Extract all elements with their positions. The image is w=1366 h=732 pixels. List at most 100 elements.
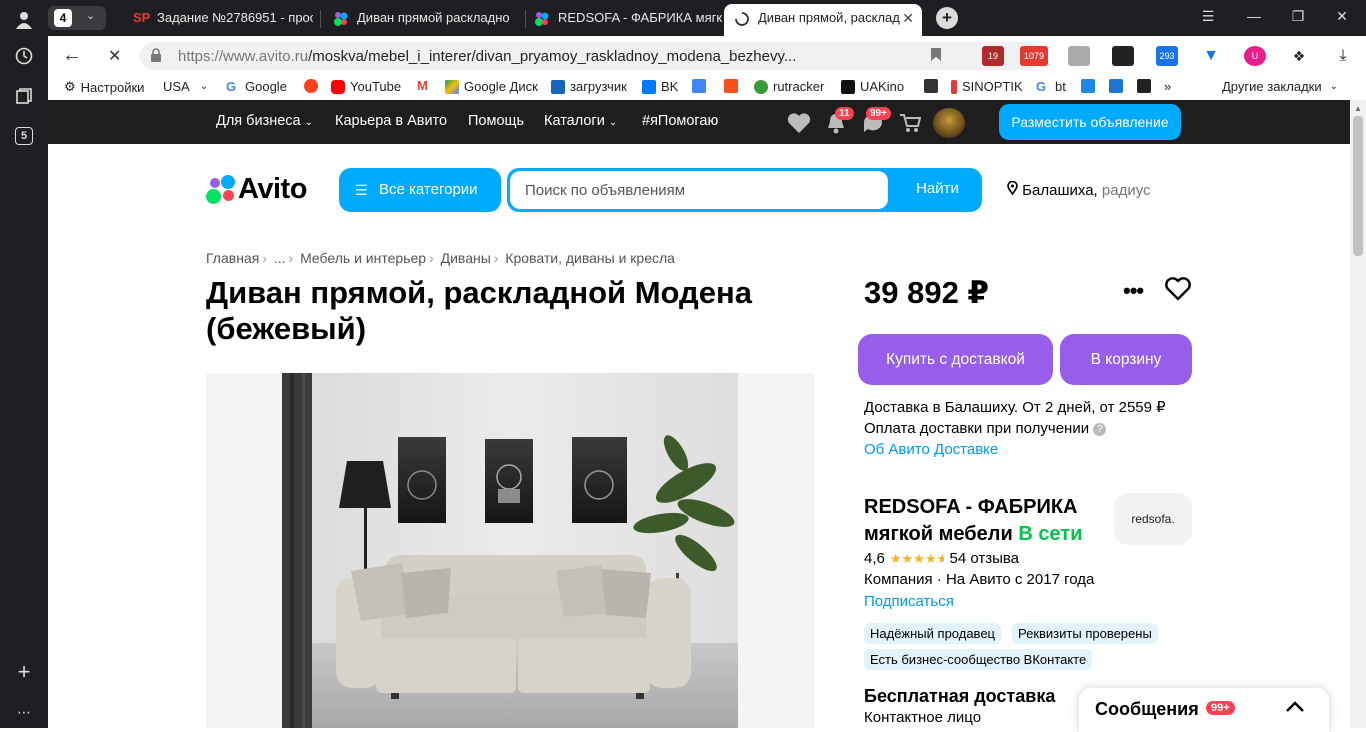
bookmark-youtube[interactable]: YouTube: [331, 79, 401, 94]
download-icon[interactable]: ⤓: [1332, 46, 1354, 66]
bookmark-sinoptik[interactable]: SINOPTIK: [951, 79, 1023, 94]
extension-diamond-icon[interactable]: ▼: [1200, 46, 1222, 66]
bookmark-f[interactable]: [724, 79, 743, 93]
restore-icon[interactable]: ❐: [1288, 8, 1308, 25]
breadcrumb-sofas[interactable]: Диваны: [441, 250, 491, 266]
tab-counter[interactable]: 4 ⌄: [48, 6, 106, 30]
reliable-seller-badge[interactable]: Надёжный продавец: [864, 623, 1001, 644]
tab-task[interactable]: SP Задание №2786951 - прос: [123, 4, 313, 36]
cart-icon[interactable]: [899, 112, 922, 140]
buy-with-delivery-button[interactable]: Купить с доставкой: [858, 334, 1053, 385]
history-icon[interactable]: [12, 44, 36, 68]
bookmarks-bar: ⚙ Настройки USA ⌄ G Google YouTube M Google…: [48, 76, 1366, 100]
all-categories-button[interactable]: ☰ Все категории: [339, 168, 501, 212]
messages-badge: 99+: [866, 107, 891, 120]
bookmark-google[interactable]: G Google: [226, 79, 287, 94]
close-tab-icon[interactable]: ✕: [902, 4, 914, 32]
url-field[interactable]: https://www.avito.ru/moskva/mebel_i_inte…: [140, 42, 1040, 70]
breadcrumb-collapsed[interactable]: ...: [274, 250, 286, 266]
add-to-cart-button[interactable]: В корзину: [1060, 334, 1192, 385]
new-tab-button[interactable]: +: [936, 7, 958, 29]
bookmark-icon[interactable]: [930, 47, 942, 66]
bookmark-label: SINOPTIK: [962, 79, 1023, 94]
p-icon: [1081, 79, 1095, 93]
nav-catalogs[interactable]: Каталоги ⌄: [544, 113, 617, 129]
google-drive-icon: [445, 79, 459, 94]
collections-icon[interactable]: [12, 84, 36, 108]
seller-name[interactable]: REDSOFA - ФАБРИКА мягкой мебели В сети: [864, 494, 1109, 548]
seller-logo[interactable]: redsofa.: [1114, 493, 1192, 545]
extension-counter-icon[interactable]: 1079: [1020, 46, 1048, 66]
more-panel-icon[interactable]: ⋯: [12, 700, 36, 724]
scroll-up-icon[interactable]: ▲: [1354, 104, 1362, 113]
location-selector[interactable]: Балашиха, радиус: [1007, 180, 1151, 199]
nav-business[interactable]: Для бизнеса ⌄: [216, 113, 313, 129]
search-input[interactable]: [510, 171, 888, 209]
bookmark-yandex[interactable]: [304, 79, 323, 93]
favorite-heart-icon[interactable]: [1164, 276, 1192, 307]
bookmarks-overflow[interactable]: »: [1164, 79, 1171, 94]
bookmark-usa[interactable]: USA ⌄: [163, 79, 208, 94]
delivery-payment-info: Оплата доставки при получении ?: [864, 420, 1107, 437]
sp-favicon-icon: SP: [133, 10, 151, 25]
extension-calendar-icon[interactable]: 293: [1156, 46, 1178, 66]
bookmark-rutracker[interactable]: rutracker: [754, 79, 824, 94]
close-window-icon[interactable]: ✕: [1332, 8, 1352, 25]
search-button[interactable]: Найти: [893, 168, 982, 212]
nav-ya-pomogayu[interactable]: #яПомогаю: [642, 113, 718, 129]
breadcrumb-beds-sofas[interactable]: Кровати, диваны и кресла: [505, 250, 675, 266]
messages-panel[interactable]: Сообщения 99+: [1079, 688, 1329, 732]
bookmark-google-drive[interactable]: Google Диск: [445, 79, 538, 94]
details-verified-badge[interactable]: Реквизиты проверены: [1012, 623, 1158, 644]
bookmark-settings[interactable]: ⚙ Настройки: [64, 79, 144, 95]
avito-delivery-link[interactable]: Об Авито Доставке: [864, 441, 998, 458]
tab-divan-active[interactable]: Диван прямой, расклад ✕: [724, 4, 922, 36]
scroll-thumb[interactable]: [1353, 116, 1363, 256]
seller-rating[interactable]: 4,6 ★★★★★ 54 отзыва: [864, 550, 1019, 567]
help-icon[interactable]: ?: [1093, 423, 1107, 436]
bookmark-uakino[interactable]: UAKino: [841, 79, 904, 94]
bookmark-label: rutracker: [773, 79, 825, 94]
bookmark-other[interactable]: Другие закладки ⌄: [1222, 79, 1338, 94]
favorites-heart-icon[interactable]: [787, 112, 811, 140]
menu-icon[interactable]: ☰: [1198, 8, 1218, 25]
extension-shield-icon[interactable]: 19: [982, 46, 1004, 66]
minimize-icon[interactable]: —: [1244, 8, 1264, 24]
bookmark-p[interactable]: [1081, 79, 1100, 93]
bookmark-horse[interactable]: [924, 79, 943, 93]
add-panel-icon[interactable]: +: [12, 659, 36, 684]
address-bar: ← ✕ https://www.avito.ru/moskva/mebel_i_…: [48, 36, 1366, 76]
tab-redsofa[interactable]: REDSOFA - ФАБРИКА мягк: [524, 4, 724, 36]
extension-briefcase-icon[interactable]: [1068, 46, 1090, 66]
bookmark-bt[interactable]: Gbt: [1036, 79, 1066, 94]
extension-arrow-icon[interactable]: [1112, 46, 1134, 66]
back-icon[interactable]: ←: [62, 44, 82, 67]
extension-u-icon[interactable]: U: [1244, 46, 1266, 66]
subscribe-link[interactable]: Подписаться: [864, 593, 954, 610]
bookmark-loader[interactable]: загрузчик: [551, 79, 627, 94]
extension-puzzle-icon[interactable]: ❖: [1288, 46, 1310, 66]
nav-career[interactable]: Карьера в Авито: [335, 113, 447, 129]
chevron-up-icon[interactable]: [1285, 696, 1305, 719]
listing-photo[interactable]: [206, 373, 814, 728]
side-counter-badge[interactable]: 5: [15, 127, 33, 145]
messages-panel-badge: 99+: [1206, 701, 1235, 715]
nav-help[interactable]: Помощь: [468, 113, 524, 129]
vk-community-badge[interactable]: Есть бизнес-сообщество ВКонтакте: [864, 649, 1093, 670]
breadcrumb-home[interactable]: Главная: [206, 250, 259, 266]
tab-divan-1[interactable]: Диван прямой раскладно: [323, 4, 523, 36]
bookmark-arrow[interactable]: [1109, 79, 1128, 93]
bookmark-translate[interactable]: [692, 79, 711, 93]
profile-icon[interactable]: [12, 8, 36, 32]
breadcrumb-furniture[interactable]: Мебель и интерьер: [300, 250, 426, 266]
avito-logo[interactable]: Avito: [206, 173, 307, 206]
avatar[interactable]: [933, 108, 965, 138]
bookmark-bc[interactable]: [1137, 79, 1156, 93]
bookmark-vk[interactable]: BK: [642, 79, 678, 94]
post-ad-button[interactable]: Разместить объявление: [999, 104, 1181, 140]
page-scrollbar[interactable]: ▲: [1350, 100, 1366, 728]
stop-loading-icon[interactable]: ✕: [108, 46, 121, 66]
bookmark-gmail[interactable]: M: [417, 79, 436, 93]
more-dots-icon[interactable]: •••: [1123, 278, 1144, 304]
messages-title: Сообщения: [1095, 699, 1199, 719]
